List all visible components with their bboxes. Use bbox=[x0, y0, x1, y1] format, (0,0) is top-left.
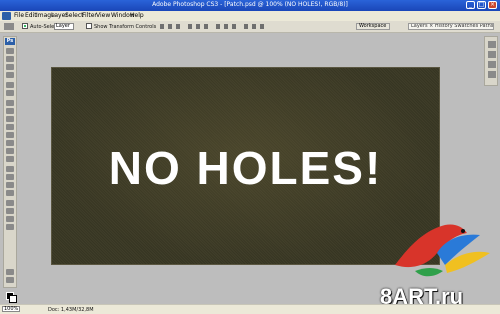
layers-panel-icon[interactable] bbox=[488, 61, 496, 68]
menu-select[interactable]: Select bbox=[65, 12, 84, 19]
history-panel-icon[interactable] bbox=[488, 41, 496, 48]
title-bar: Adobe Photoshop CS3 - [Patch.psd @ 100% … bbox=[0, 0, 500, 11]
healing-tool-icon[interactable] bbox=[6, 100, 14, 106]
slice-tool-icon[interactable] bbox=[6, 90, 14, 96]
distribute-right-icon[interactable] bbox=[260, 24, 264, 29]
auto-select-checkbox[interactable] bbox=[22, 23, 28, 29]
move-tool-icon[interactable] bbox=[6, 48, 14, 54]
menu-filter[interactable]: Filter bbox=[82, 12, 97, 19]
blur-tool-icon[interactable] bbox=[6, 148, 14, 154]
distribute-hcenter-icon[interactable] bbox=[252, 24, 256, 29]
auto-select-dropdown[interactable]: Layer bbox=[54, 23, 74, 30]
background-color-swatch[interactable] bbox=[9, 295, 17, 303]
screen-mode-icon[interactable] bbox=[6, 277, 14, 283]
show-transform-checkbox[interactable] bbox=[86, 23, 92, 29]
window-title: Adobe Photoshop CS3 - [Patch.psd @ 100% … bbox=[152, 1, 348, 8]
menu-edit[interactable]: Edit bbox=[25, 12, 37, 19]
brush-tool-icon[interactable] bbox=[6, 108, 14, 114]
distribute-vcenter-icon[interactable] bbox=[224, 24, 228, 29]
stamp-tool-icon[interactable] bbox=[6, 116, 14, 122]
quick-mask-icon[interactable] bbox=[6, 269, 14, 275]
pen-tool-icon[interactable] bbox=[6, 166, 14, 172]
swatches-panel-icon[interactable] bbox=[488, 51, 496, 58]
maximize-icon[interactable]: □ bbox=[477, 1, 486, 9]
history-brush-tool-icon[interactable] bbox=[6, 124, 14, 130]
align-left-icon[interactable] bbox=[188, 24, 192, 29]
layers-panel-tab[interactable]: Layers × History Swatches Paths bbox=[408, 23, 494, 30]
gradient-tool-icon[interactable] bbox=[6, 140, 14, 146]
move-tool-icon[interactable] bbox=[4, 23, 14, 30]
menu-help[interactable]: Help bbox=[130, 12, 144, 19]
crop-tool-icon[interactable] bbox=[6, 82, 14, 88]
zoom-tool-icon[interactable] bbox=[6, 224, 14, 230]
menu-view[interactable]: View bbox=[96, 12, 110, 19]
marquee-tool-icon[interactable] bbox=[6, 56, 14, 62]
document-canvas[interactable]: NO HOLES! bbox=[52, 68, 439, 264]
hand-tool-icon[interactable] bbox=[6, 216, 14, 222]
minimize-icon[interactable]: _ bbox=[466, 1, 475, 9]
parrot-logo-icon bbox=[395, 224, 490, 277]
align-bottom-icon[interactable] bbox=[176, 24, 180, 29]
notes-tool-icon[interactable] bbox=[6, 200, 14, 206]
options-bar: Auto-Select: Layer Show Transform Contro… bbox=[0, 21, 500, 33]
lasso-tool-icon[interactable] bbox=[6, 64, 14, 70]
eyedropper-tool-icon[interactable] bbox=[6, 208, 14, 214]
align-right-icon[interactable] bbox=[204, 24, 208, 29]
distribute-bottom-icon[interactable] bbox=[232, 24, 236, 29]
eraser-tool-icon[interactable] bbox=[6, 132, 14, 138]
magic-wand-tool-icon[interactable] bbox=[6, 72, 14, 78]
type-tool-icon[interactable] bbox=[6, 174, 14, 180]
channels-panel-icon[interactable] bbox=[488, 71, 496, 78]
align-vcenter-icon[interactable] bbox=[168, 24, 172, 29]
distribute-top-icon[interactable] bbox=[216, 24, 220, 29]
zoom-field[interactable]: 100% bbox=[2, 306, 20, 312]
align-top-icon[interactable] bbox=[160, 24, 164, 29]
photoshop-logo-icon bbox=[2, 12, 11, 20]
path-selection-tool-icon[interactable] bbox=[6, 182, 14, 188]
show-transform-label: Show Transform Controls bbox=[94, 24, 157, 30]
tools-panel: Ps bbox=[3, 36, 17, 303]
align-hcenter-icon[interactable] bbox=[196, 24, 200, 29]
photoshop-logo-icon: Ps bbox=[5, 38, 15, 45]
menu-file[interactable]: File bbox=[14, 12, 24, 19]
dodge-tool-icon[interactable] bbox=[6, 156, 14, 162]
doc-size-text: Doc: 1,43M/32,8M bbox=[48, 307, 94, 313]
panel-dock bbox=[484, 36, 498, 86]
shape-tool-icon[interactable] bbox=[6, 190, 14, 196]
close-icon[interactable]: × bbox=[488, 1, 497, 9]
workspace-button[interactable]: Workspace bbox=[356, 23, 390, 30]
canvas-headline-text: NO HOLES! bbox=[108, 142, 383, 194]
distribute-left-icon[interactable] bbox=[244, 24, 248, 29]
